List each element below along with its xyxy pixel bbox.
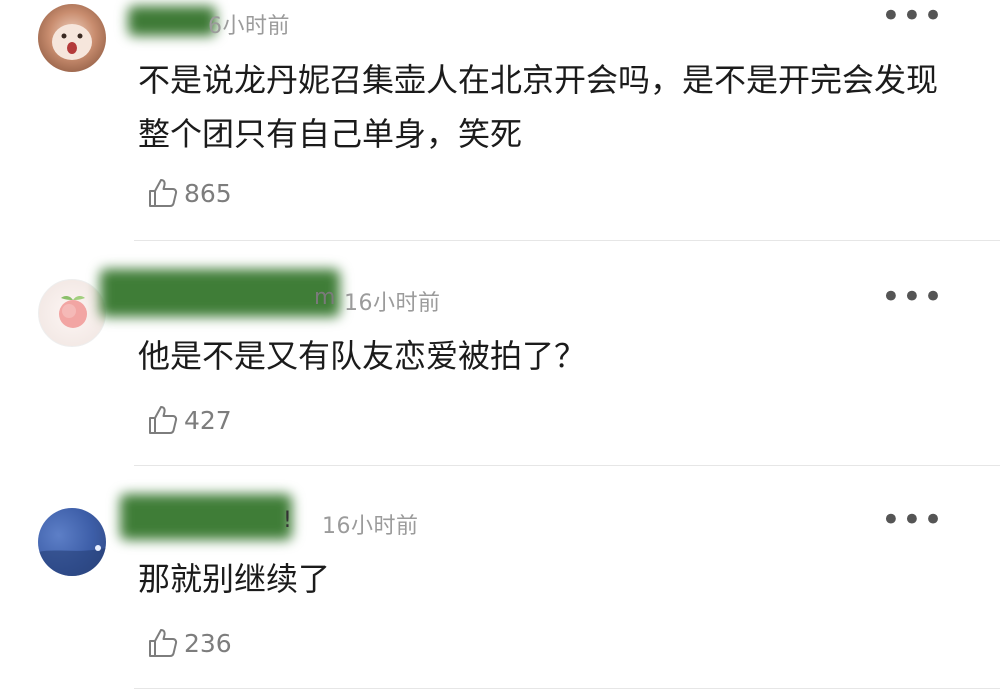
comment-item: 6小时前 ••• 不是说龙丹妮召集壶人在北京开会吗，是不是开完会发现整个团只有自… [0,0,1000,241]
like-button[interactable]: 865 [146,176,232,210]
blue-avatar-icon [38,545,106,576]
like-button[interactable]: 427 [146,403,232,437]
username-redacted[interactable] [120,494,292,540]
like-count: 865 [184,178,232,208]
avatar[interactable] [38,508,106,576]
more-dots-icon[interactable]: ••• [881,0,944,33]
like-count: 427 [184,405,232,435]
username-tail: m [314,285,336,310]
avatar[interactable] [38,279,106,347]
thumb-up-icon [149,406,178,434]
comment-text: 他是不是又有队友恋爱被拍了？ [138,337,587,375]
like-button[interactable]: 236 [146,626,232,660]
username-tail: ! [283,508,292,533]
more-dots-icon[interactable]: ••• [881,503,944,537]
peach-avatar-icon [59,296,87,328]
more-dots-icon[interactable]: ••• [881,280,944,314]
comment-time: 6小时前 [208,14,290,39]
divider [134,688,1000,689]
comment-time: 16小时前 [322,514,419,539]
comment-text: 不是说龙丹妮召集壶人在北京开会吗，是不是开完会发现整个团只有自己单身，笑死 [138,61,939,153]
comment-item: ! 16小时前 ••• 那就别继续了 236 [0,466,1000,694]
username-redacted[interactable] [128,6,216,36]
like-count: 236 [184,628,232,658]
comment-text: 那就别继续了 [138,560,331,598]
comment-time: 16小时前 [344,291,441,316]
thumb-up-icon [149,629,178,657]
hamster-avatar-icon [52,24,92,60]
thumb-up-icon [149,179,178,207]
username-redacted[interactable] [100,269,340,317]
comment-item: m 16小时前 ••• 他是不是又有队友恋爱被拍了？ 427 [0,241,1000,466]
avatar[interactable] [38,4,106,72]
